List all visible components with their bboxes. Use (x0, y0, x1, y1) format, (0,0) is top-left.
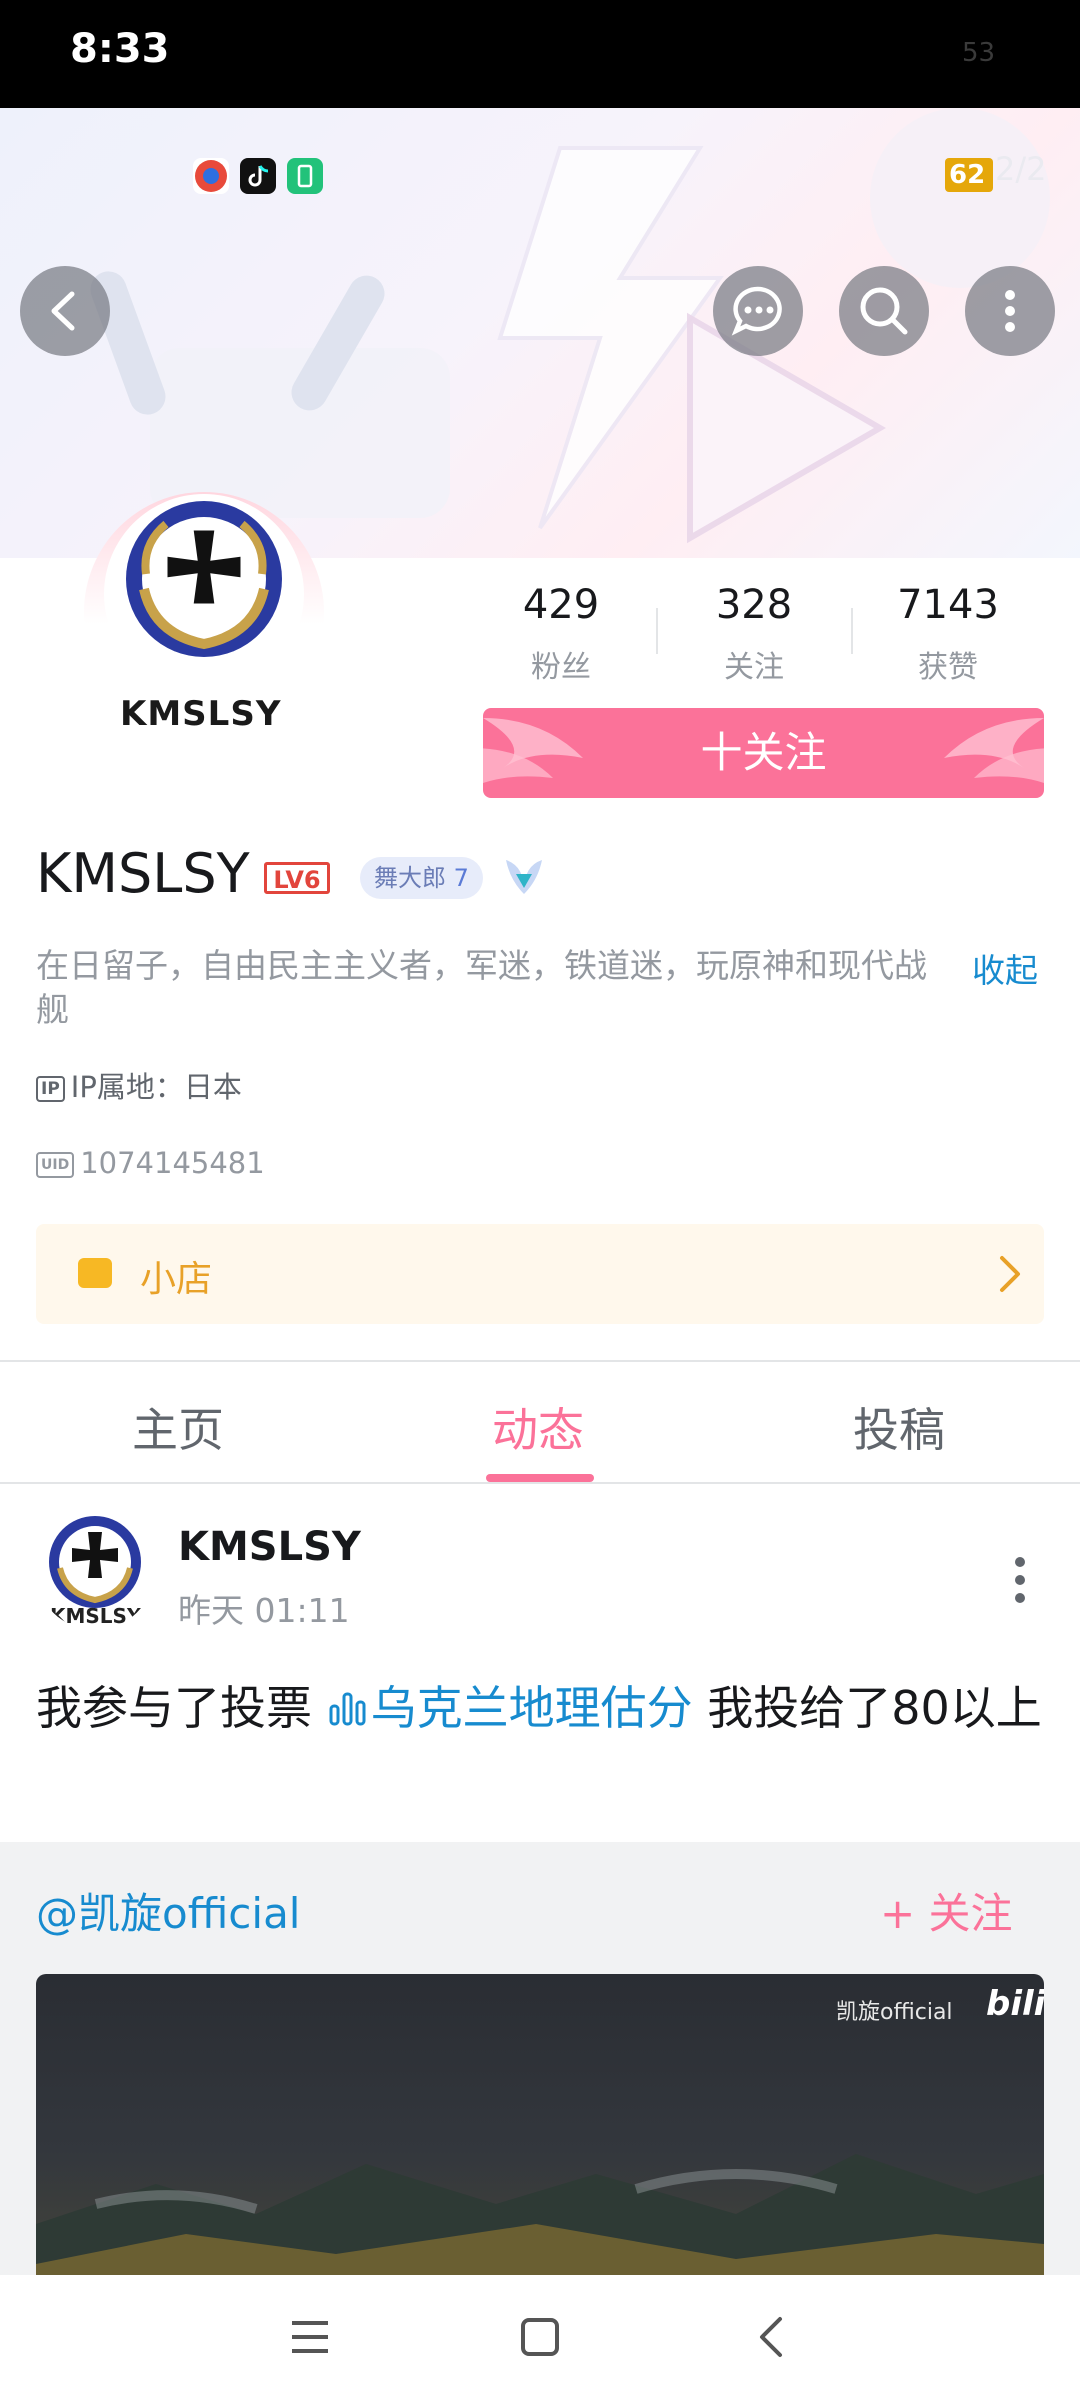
video-thumbnail[interactable]: 凯旋official bilibili (36, 1974, 1044, 2294)
shop-entry[interactable]: 小店 (36, 1224, 1044, 1324)
wing-left-decoration (483, 718, 583, 783)
divider (0, 1360, 1080, 1362)
back-button[interactable] (20, 266, 110, 356)
post-author-avatar[interactable]: KMSLSY (36, 1512, 154, 1630)
uid-text: 1074145481 (80, 1146, 265, 1180)
banner-page-counter: 2/2 (995, 150, 1047, 188)
more-icon (1005, 290, 1015, 332)
avatar[interactable] (104, 494, 304, 694)
baidu-app-icon (193, 158, 229, 194)
status-indicator: 53 (962, 38, 996, 68)
vote-chart-icon (329, 1692, 366, 1726)
message-icon (731, 286, 782, 336)
collapse-bio-link[interactable]: 收起 (972, 944, 1038, 992)
likes-count: 7143 (897, 582, 999, 628)
divider (0, 1482, 1080, 1484)
uid-icon: UID (36, 1152, 75, 1178)
video-watermark: 凯旋official (836, 2000, 953, 2025)
tab-home[interactable]: 主页 (132, 1394, 224, 1460)
post-avatar-caption: KMSLSY (50, 1604, 142, 1628)
more-button[interactable] (965, 266, 1055, 356)
bilibili-logo: bilibili (986, 1984, 1044, 2024)
uid-row: UID 1074145481 (36, 1146, 265, 1180)
system-nav-bar (0, 2275, 1080, 2401)
status-time: 8:33 (70, 26, 170, 72)
shop-icon (78, 1258, 112, 1288)
battery-indicator: 62 (945, 158, 993, 192)
post-timestamp: 昨天 01:11 (178, 1591, 350, 1630)
battery-app-icon (287, 158, 323, 194)
quoted-follow-button[interactable]: + 关注 (880, 1880, 1013, 1941)
achievement-badge-icon[interactable] (500, 852, 548, 904)
ip-icon: IP (36, 1076, 65, 1102)
menu-icon[interactable] (290, 2317, 330, 2357)
post-more-icon[interactable] (1010, 1556, 1030, 1604)
system-back-icon[interactable] (752, 2315, 792, 2359)
iron-cross-emblem-icon (126, 501, 282, 657)
post-text-after: 我投给了80以上 (692, 1681, 1042, 1735)
fans-count[interactable]: 429 (461, 582, 661, 628)
vote-link[interactable]: 乌克兰地理估分 (327, 1681, 693, 1735)
back-icon (51, 291, 75, 331)
fan-medal-level: 7 (453, 864, 469, 892)
tab-uploads[interactable]: 投稿 (853, 1394, 945, 1460)
ip-location: IP IP属地：日本 (36, 1064, 242, 1106)
follow-button-label: 十关注 (700, 728, 827, 777)
fans-label: 粉丝 (531, 650, 591, 685)
tab-dynamics[interactable]: 动态 (492, 1394, 584, 1460)
message-button[interactable] (713, 266, 803, 356)
post-text-before: 我参与了投票 (36, 1681, 327, 1735)
chevron-right-icon (1000, 1256, 1020, 1292)
post-author-name[interactable]: KMSLSY (178, 1524, 361, 1570)
level-badge: LV6 (264, 862, 330, 894)
following-count[interactable]: 328 (654, 582, 854, 628)
search-icon (860, 287, 908, 335)
avatar-caption: KMSLSY (120, 694, 282, 734)
follow-button[interactable]: 十关注 (483, 708, 1044, 798)
tiktok-app-icon (240, 158, 276, 194)
wing-right-decoration (944, 718, 1044, 783)
active-tab-indicator (486, 1474, 594, 1482)
home-icon[interactable] (520, 2317, 560, 2357)
profile-username: KMSLSY (36, 842, 250, 905)
mountain-landscape-image (36, 2154, 1044, 2294)
quoted-user-link[interactable]: @凯旋official (36, 1880, 300, 1941)
profile-bio: 在日留子，自由民主主义者，军迷，铁道迷，玩原神和现代战舰 (36, 946, 927, 1029)
fan-medal[interactable]: 舞大郎 7 (360, 857, 483, 899)
ip-location-text: IP属地：日本 (70, 1070, 242, 1104)
fan-medal-name: 舞大郎 (374, 864, 446, 892)
search-button[interactable] (839, 266, 929, 356)
shop-label: 小店 (140, 1259, 213, 1300)
vote-link-text: 乌克兰地理估分 (370, 1681, 693, 1735)
likes-label: 获赞 (918, 650, 978, 685)
following-label: 关注 (724, 650, 784, 685)
post-text: 我参与了投票 乌克兰地理估分 我投给了80以上 (36, 1666, 1044, 1750)
